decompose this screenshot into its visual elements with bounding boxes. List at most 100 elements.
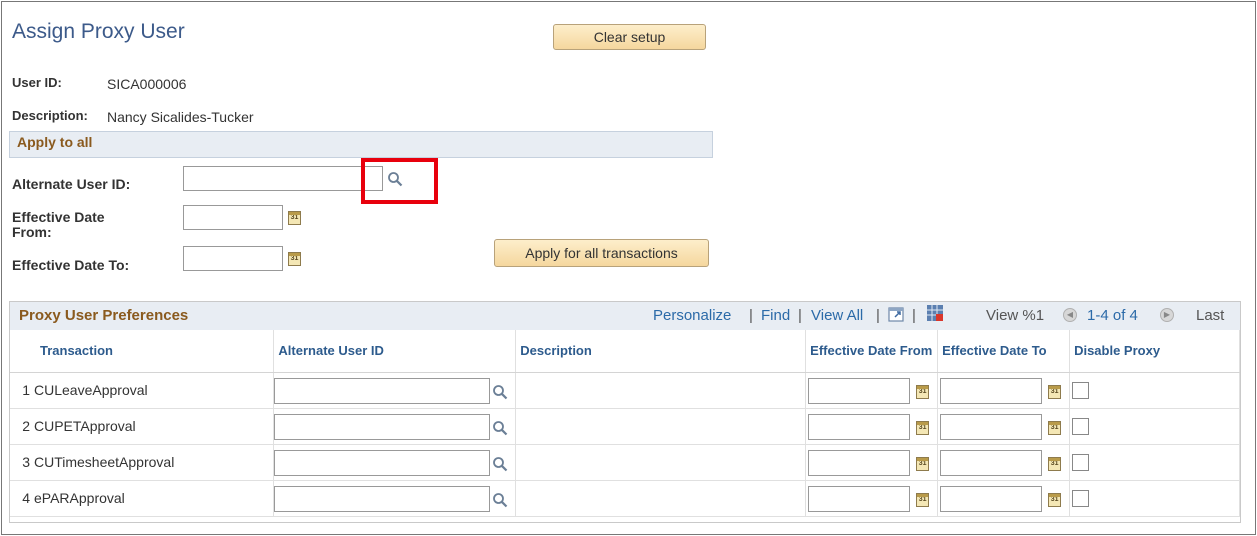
row-number: 3 [22, 454, 30, 470]
transaction-name: CULeaveApproval [34, 382, 148, 398]
transaction-cell: 3 CUTimesheetApproval [10, 444, 275, 481]
last-link[interactable]: Last [1196, 307, 1224, 324]
clear-setup-button[interactable]: Clear setup [553, 24, 706, 50]
calendar-icon[interactable]: 31 [916, 384, 930, 399]
effective-date-to-input[interactable] [940, 377, 1043, 404]
transaction-cell: 2 CUPETApproval [10, 408, 275, 445]
download-grid-icon[interactable] [926, 304, 944, 322]
disable-proxy-cell [1069, 372, 1240, 409]
grid-title: Proxy User Preferences [19, 307, 189, 324]
next-arrow-icon[interactable]: ▶ [1160, 308, 1174, 322]
view-all-link[interactable]: View All [811, 307, 863, 324]
magnifier-icon[interactable] [492, 420, 508, 436]
apply-all-section-bar [9, 131, 713, 158]
disable-proxy-checkbox[interactable] [1072, 489, 1090, 507]
effective-date-to-input[interactable] [183, 246, 283, 271]
description-cell [515, 408, 807, 445]
magnifier-icon[interactable] [492, 492, 508, 508]
row-number: 4 [22, 490, 30, 506]
effective-date-from-input[interactable] [183, 205, 283, 230]
description-value: Nancy Sicalides-Tucker [107, 109, 254, 125]
nav-separator: | [912, 307, 916, 324]
alternate-user-id-input[interactable] [274, 485, 491, 512]
page-title: Assign Proxy User [12, 20, 185, 43]
disable-proxy-checkbox[interactable] [1072, 453, 1090, 471]
find-link[interactable]: Find [761, 307, 790, 324]
user-id-label: User ID: [12, 75, 62, 90]
effective-from-cell: 31 [805, 444, 939, 481]
column-header-alternate-user-id: Alternate User ID [273, 330, 517, 373]
effective-date-from-input[interactable] [808, 377, 911, 404]
alternate-user-id-input[interactable] [183, 166, 383, 191]
effective-date-from-input[interactable] [808, 449, 911, 476]
previous-arrow-icon[interactable]: ◀ [1063, 308, 1077, 322]
effective-date-to-input[interactable] [940, 449, 1043, 476]
disable-proxy-checkbox[interactable] [1072, 417, 1090, 435]
nav-separator: | [876, 307, 880, 324]
effective-to-cell: 31 [937, 372, 1071, 409]
proxy-preferences-table: Transaction Alternate User ID Descriptio… [10, 330, 1240, 517]
alternate-user-id-input[interactable] [274, 413, 491, 440]
magnifier-icon[interactable] [492, 384, 508, 400]
disable-proxy-cell [1069, 444, 1240, 481]
row-number: 1 [22, 382, 30, 398]
disable-proxy-cell [1069, 480, 1240, 517]
column-header-effective-date-from: Effective Date From [805, 330, 939, 373]
apply-all-section-title: Apply to all [17, 134, 93, 150]
description-cell [515, 480, 807, 517]
new-window-icon[interactable] [888, 305, 906, 323]
personalize-link[interactable]: Personalize [653, 307, 731, 324]
calendar-icon[interactable]: 31 [1048, 456, 1062, 471]
calendar-icon[interactable]: 31 [288, 252, 301, 266]
effective-date-to-label: Effective Date To: [12, 257, 130, 273]
magnifier-icon[interactable] [492, 456, 508, 472]
calendar-icon[interactable]: 31 [288, 211, 301, 225]
alternate-user-id-input[interactable] [274, 377, 491, 404]
description-label: Description: [12, 108, 88, 123]
calendar-icon[interactable]: 31 [916, 456, 930, 471]
effective-to-cell: 31 [937, 480, 1071, 517]
transaction-cell: 4 ePARApproval [10, 480, 275, 517]
effective-date-to-input[interactable] [940, 485, 1043, 512]
table-row: 3 CUTimesheetApproval 31 31 [10, 444, 1240, 481]
grid-header-bar [10, 302, 1240, 330]
effective-date-from-input[interactable] [808, 485, 911, 512]
column-header-transaction: Transaction [10, 330, 275, 373]
effective-to-cell: 31 [937, 408, 1071, 445]
disable-proxy-checkbox[interactable] [1072, 381, 1090, 399]
disable-proxy-cell [1069, 408, 1240, 445]
row-range-text: 1-4 of 4 [1087, 307, 1138, 324]
table-row: 2 CUPETApproval 31 31 [10, 408, 1240, 445]
transaction-name: CUPETApproval [34, 418, 136, 434]
effective-date-to-input[interactable] [940, 413, 1043, 440]
calendar-icon[interactable]: 31 [916, 420, 930, 435]
calendar-icon[interactable]: 31 [1048, 384, 1062, 399]
calendar-icon[interactable]: 31 [1048, 420, 1062, 435]
transaction-cell: 1 CULeaveApproval [10, 372, 275, 409]
alternate-user-id-input[interactable] [274, 449, 491, 476]
effective-from-cell: 31 [805, 372, 939, 409]
calendar-icon[interactable]: 31 [916, 492, 930, 507]
lookup-highlight-box [361, 158, 438, 204]
transaction-name: CUTimesheetApproval [34, 454, 175, 470]
alternate-user-cell [273, 372, 517, 409]
column-header-effective-date-to: Effective Date To [937, 330, 1071, 373]
nav-separator: | [798, 307, 802, 324]
user-id-value: SICA000006 [107, 76, 187, 92]
description-cell [515, 444, 807, 481]
effective-date-from-label: Effective Date From: [12, 209, 105, 240]
calendar-icon[interactable]: 31 [1048, 492, 1062, 507]
view-percent-link[interactable]: View %1 [986, 307, 1044, 324]
alternate-user-cell [273, 444, 517, 481]
column-header-disable-proxy: Disable Proxy [1069, 330, 1240, 373]
effective-from-cell: 31 [805, 408, 939, 445]
nav-separator: | [749, 307, 753, 324]
effective-date-from-input[interactable] [808, 413, 911, 440]
table-row: 4 ePARApproval 31 31 [10, 480, 1240, 517]
apply-all-transactions-button[interactable]: Apply for all transactions [494, 239, 709, 267]
row-number: 2 [22, 418, 30, 434]
effective-to-cell: 31 [937, 444, 1071, 481]
column-header-description: Description [515, 330, 807, 373]
table-row: 1 CULeaveApproval 31 31 [10, 372, 1240, 409]
description-cell [515, 372, 807, 409]
